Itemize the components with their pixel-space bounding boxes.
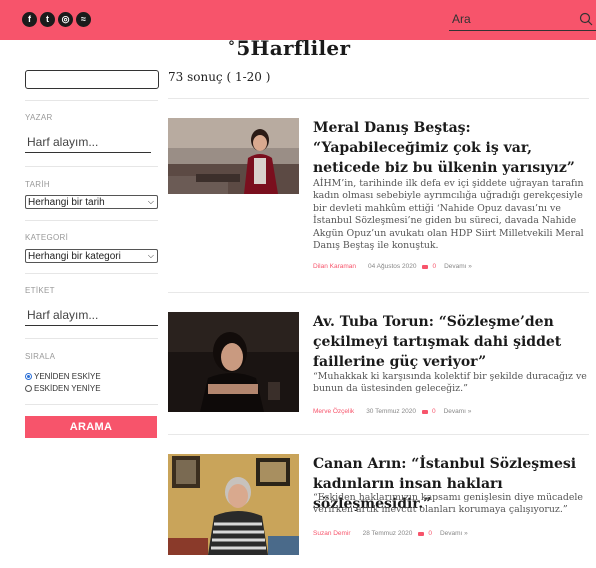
article-date: 04 Ağustos 2020 xyxy=(368,263,417,270)
article-thumbnail[interactable] xyxy=(168,118,299,194)
article-title[interactable]: Meral Danış Beştaş: “Yapabileceğimiz çok… xyxy=(313,118,589,178)
instagram-icon[interactable]: ◎ xyxy=(58,12,73,27)
rss-icon[interactable]: ≈ xyxy=(76,12,91,27)
article-excerpt: “Muhakkak ki karşısında kolektif bir şek… xyxy=(313,371,587,395)
sort-option-label: YENİDEN ESKİYE xyxy=(34,372,101,381)
logo-mark: ° xyxy=(228,39,236,55)
header-search xyxy=(449,9,596,31)
comment-icon xyxy=(421,409,428,414)
article-meta: Dilan Karaman 04 Ağustos 2020 0 Devamı » xyxy=(313,263,472,270)
site-logo[interactable]: °5Harfliler xyxy=(228,36,350,60)
read-more-link[interactable]: Devamı » xyxy=(444,408,472,415)
search-icon[interactable] xyxy=(579,12,593,26)
social-links: f t ◎ ≈ xyxy=(22,12,91,27)
chevron-down-icon: ⌵ xyxy=(147,197,154,206)
article-date: 28 Temmuz 2020 xyxy=(362,530,413,537)
date-select-value: Herhangi bir tarih xyxy=(28,196,105,208)
article-author[interactable]: Suzan Demir xyxy=(313,530,351,537)
article-card: Canan Arın: “İstanbul Sözleşmesi kadınla… xyxy=(168,454,589,559)
article-author[interactable]: Merve Özçelik xyxy=(313,408,354,415)
article-excerpt: “Eskiden haklarımızın kapsamı genişlesin… xyxy=(313,492,583,516)
divider xyxy=(25,220,158,221)
divider xyxy=(25,404,158,405)
author-label: YAZAR xyxy=(25,113,53,122)
header-search-input[interactable] xyxy=(449,9,569,29)
sort-option-oldest[interactable]: ESKİDEN YENİYE xyxy=(25,384,101,393)
article-meta: Suzan Demir 28 Temmuz 2020 0 Devamı » xyxy=(313,530,468,537)
divider xyxy=(25,273,158,274)
tag-field[interactable] xyxy=(25,304,158,326)
sort-option-newest[interactable]: YENİDEN ESKİYE xyxy=(25,372,101,381)
article-excerpt: AİHM’in, tarihinde ilk defa ev içi şidde… xyxy=(313,178,584,252)
divider xyxy=(25,338,158,339)
logo-text: 5Harfliler xyxy=(236,36,351,60)
tag-label: ETİKET xyxy=(25,286,55,295)
article-card: Meral Danış Beştaş: “Yapabileceğimiz çok… xyxy=(168,118,589,278)
article-thumbnail[interactable] xyxy=(168,312,299,412)
author-field[interactable] xyxy=(25,131,151,153)
comment-count[interactable]: 0 xyxy=(432,408,436,415)
search-button[interactable]: ARAMA xyxy=(25,416,157,438)
article-meta: Merve Özçelik 30 Temmuz 2020 0 Devamı » xyxy=(313,408,471,415)
divider xyxy=(168,434,589,435)
category-select[interactable]: Herhangi bir kategori ⌵ xyxy=(25,249,158,263)
article-date: 30 Temmuz 2020 xyxy=(366,408,416,415)
article-thumbnail[interactable] xyxy=(168,454,299,555)
comment-icon xyxy=(422,264,429,269)
radio-checked-icon xyxy=(25,373,32,380)
read-more-link[interactable]: Devamı » xyxy=(444,263,472,270)
comment-count[interactable]: 0 xyxy=(432,263,436,270)
read-more-link[interactable]: Devamı » xyxy=(440,530,468,537)
top-bar: f t ◎ ≈ xyxy=(0,0,596,40)
result-count: 73 sonuç ( 1-20 ) xyxy=(168,70,271,84)
keyword-search-input[interactable] xyxy=(25,70,159,89)
article-author[interactable]: Dilan Karaman xyxy=(313,263,356,270)
divider xyxy=(168,98,589,99)
comment-icon xyxy=(418,531,425,536)
date-select[interactable]: Herhangi bir tarih ⌵ xyxy=(25,195,158,209)
divider xyxy=(168,292,589,293)
category-select-value: Herhangi bir kategori xyxy=(28,250,121,262)
chevron-down-icon: ⌵ xyxy=(147,251,154,260)
radio-unchecked-icon xyxy=(25,385,32,392)
date-label: TARİH xyxy=(25,180,50,189)
twitter-icon[interactable]: t xyxy=(40,12,55,27)
divider xyxy=(25,166,158,167)
comment-count[interactable]: 0 xyxy=(428,530,432,537)
category-label: KATEGORİ xyxy=(25,233,69,242)
facebook-icon[interactable]: f xyxy=(22,12,37,27)
article-title[interactable]: Av. Tuba Torun: “Sözleşme’den çekilmeyi … xyxy=(313,312,589,372)
sort-option-label: ESKİDEN YENİYE xyxy=(34,384,101,393)
divider xyxy=(25,100,158,101)
article-card: Av. Tuba Torun: “Sözleşme’den çekilmeyi … xyxy=(168,312,589,422)
sort-label: SIRALA xyxy=(25,352,56,361)
